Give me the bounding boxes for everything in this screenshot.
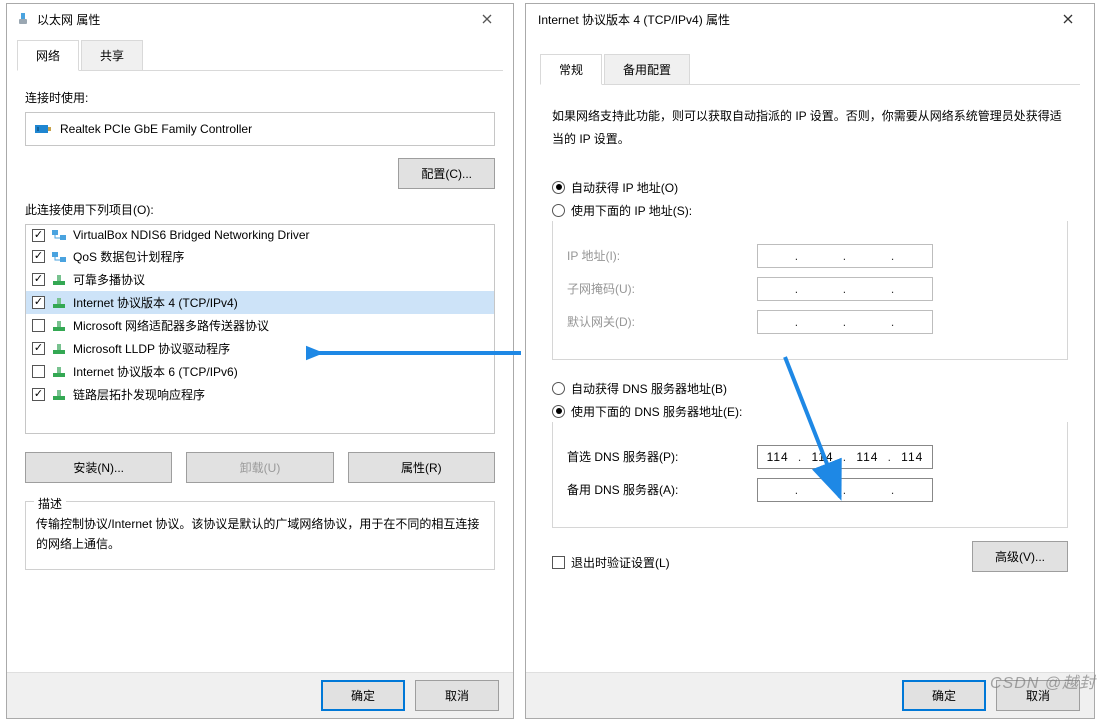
list-item[interactable]: VirtualBox NDIS6 Bridged Networking Driv… — [26, 225, 494, 245]
dns-preferred-input[interactable]: 114. 114. 114. 114 — [757, 445, 933, 469]
dns-preferred-label: 首选 DNS 服务器(P): — [567, 448, 757, 465]
tab-network[interactable]: 网络 — [17, 40, 79, 71]
radio-ip-auto[interactable]: 自动获得 IP 地址(O) — [552, 179, 1068, 196]
list-item-label: Microsoft 网络适配器多路传送器协议 — [73, 317, 269, 334]
ip-field-group: IP 地址(I):... 子网掩码(U):... 默认网关(D):... — [552, 221, 1068, 360]
titlebar: Internet 协议版本 4 (TCP/IPv4) 属性 — [526, 4, 1094, 34]
list-item-label: Internet 协议版本 4 (TCP/IPv4) — [73, 294, 238, 311]
checkbox-icon[interactable] — [32, 296, 45, 309]
ip-address-input: ... — [757, 244, 933, 268]
list-item-label: Internet 协议版本 6 (TCP/IPv6) — [73, 363, 238, 380]
list-item-label: Microsoft LLDP 协议驱动程序 — [73, 340, 230, 357]
ethernet-properties-dialog: 以太网 属性 网络 共享 连接时使用: Realtek PCIe GbE Fam… — [6, 3, 514, 719]
radio-dns-auto[interactable]: 自动获得 DNS 服务器地址(B) — [552, 380, 1068, 397]
list-item-label: 链路层拓扑发现响应程序 — [73, 386, 205, 403]
checkbox-icon[interactable] — [32, 250, 45, 263]
gateway-input: ... — [757, 310, 933, 334]
protocol-icon — [51, 296, 67, 310]
list-item[interactable]: Microsoft 网络适配器多路传送器协议 — [26, 314, 494, 337]
list-item[interactable]: 可靠多播协议 — [26, 268, 494, 291]
checkbox-icon[interactable] — [32, 365, 45, 378]
list-item[interactable]: 链路层拓扑发现响应程序 — [26, 383, 494, 406]
close-icon — [1063, 14, 1073, 24]
checkbox-icon[interactable] — [32, 342, 45, 355]
list-item[interactable]: Internet 协议版本 6 (TCP/IPv6) — [26, 360, 494, 383]
adapter-name: Realtek PCIe GbE Family Controller — [60, 122, 252, 136]
service-icon — [51, 228, 67, 242]
properties-button[interactable]: 属性(R) — [348, 452, 495, 483]
service-icon — [51, 250, 67, 264]
tabset: 网络 共享 — [17, 40, 503, 71]
titlebar: 以太网 属性 — [7, 4, 513, 34]
checkbox-label: 退出时验证设置(L) — [571, 554, 670, 571]
advanced-button[interactable]: 高级(V)... — [972, 541, 1068, 572]
dialog-footer: 确定 取消 — [526, 672, 1094, 718]
radio-icon — [552, 382, 565, 395]
protocol-icon — [51, 388, 67, 402]
dialog-title: Internet 协议版本 4 (TCP/IPv4) 属性 — [538, 11, 1048, 28]
list-item[interactable]: QoS 数据包计划程序 — [26, 245, 494, 268]
checkbox-icon[interactable] — [32, 388, 45, 401]
description-text: 传输控制协议/Internet 协议。该协议是默认的广域网络协议，用于在不同的相… — [36, 517, 479, 551]
checkbox-icon[interactable] — [32, 273, 45, 286]
list-item[interactable]: Microsoft LLDP 协议驱动程序 — [26, 337, 494, 360]
subnet-mask-input: ... — [757, 277, 933, 301]
connect-using-label: 连接时使用: — [25, 89, 495, 106]
validate-on-exit-checkbox[interactable]: 退出时验证设置(L) — [552, 554, 670, 571]
configure-button[interactable]: 配置(C)... — [398, 158, 495, 189]
dialog-title: 以太网 属性 — [37, 11, 467, 28]
dns-field-group: 首选 DNS 服务器(P): 114. 114. 114. 114 备用 DNS… — [552, 422, 1068, 528]
ip-address-label: IP 地址(I): — [567, 247, 757, 264]
ipv4-properties-dialog: Internet 协议版本 4 (TCP/IPv4) 属性 常规 备用配置 如果… — [525, 3, 1095, 719]
close-button[interactable] — [467, 5, 507, 33]
radio-dns-manual[interactable]: 使用下面的 DNS 服务器地址(E): — [552, 403, 1068, 420]
protocol-icon — [51, 365, 67, 379]
protocol-icon — [51, 319, 67, 333]
radio-icon — [552, 204, 565, 217]
checkbox-icon — [552, 556, 565, 569]
description-legend: 描述 — [34, 494, 66, 514]
items-label: 此连接使用下列项目(O): — [25, 201, 495, 218]
dialog-footer: 确定 取消 — [7, 672, 513, 718]
install-button[interactable]: 安装(N)... — [25, 452, 172, 483]
protocol-icon — [51, 273, 67, 287]
tab-sharing[interactable]: 共享 — [81, 40, 143, 71]
dns-alternate-label: 备用 DNS 服务器(A): — [567, 481, 757, 498]
close-icon — [482, 14, 492, 24]
radio-icon — [552, 405, 565, 418]
close-button[interactable] — [1048, 5, 1088, 33]
dns-alternate-input[interactable]: ... — [757, 478, 933, 502]
list-item-label: VirtualBox NDIS6 Bridged Networking Driv… — [73, 228, 310, 242]
ok-button[interactable]: 确定 — [321, 680, 405, 711]
protocol-icon — [51, 342, 67, 356]
checkbox-icon[interactable] — [32, 319, 45, 332]
list-item-label: QoS 数据包计划程序 — [73, 248, 184, 265]
tab-general[interactable]: 常规 — [540, 54, 602, 85]
radio-icon — [552, 181, 565, 194]
radio-label: 使用下面的 DNS 服务器地址(E): — [571, 403, 742, 420]
checkbox-icon[interactable] — [32, 229, 45, 242]
network-adapter-icon — [15, 11, 31, 27]
intro-text: 如果网络支持此功能，则可以获取自动指派的 IP 设置。否则，你需要从网络系统管理… — [552, 105, 1068, 151]
list-item-label: 可靠多播协议 — [73, 271, 145, 288]
list-item[interactable]: Internet 协议版本 4 (TCP/IPv4) — [26, 291, 494, 314]
tabset: 常规 备用配置 — [540, 54, 1080, 85]
cancel-button[interactable]: 取消 — [415, 680, 499, 711]
ok-button[interactable]: 确定 — [902, 680, 986, 711]
radio-label: 使用下面的 IP 地址(S): — [571, 202, 692, 219]
description-group: 描述 传输控制协议/Internet 协议。该协议是默认的广域网络协议，用于在不… — [25, 501, 495, 570]
tab-alt-config[interactable]: 备用配置 — [604, 54, 690, 85]
radio-label: 自动获得 DNS 服务器地址(B) — [571, 380, 727, 397]
subnet-mask-label: 子网掩码(U): — [567, 280, 757, 297]
nic-icon — [34, 122, 52, 136]
gateway-label: 默认网关(D): — [567, 313, 757, 330]
radio-ip-manual[interactable]: 使用下面的 IP 地址(S): — [552, 202, 1068, 219]
radio-label: 自动获得 IP 地址(O) — [571, 179, 678, 196]
adapter-box: Realtek PCIe GbE Family Controller — [25, 112, 495, 146]
uninstall-button: 卸载(U) — [186, 452, 333, 483]
items-list[interactable]: VirtualBox NDIS6 Bridged Networking Driv… — [25, 224, 495, 434]
cancel-button[interactable]: 取消 — [996, 680, 1080, 711]
